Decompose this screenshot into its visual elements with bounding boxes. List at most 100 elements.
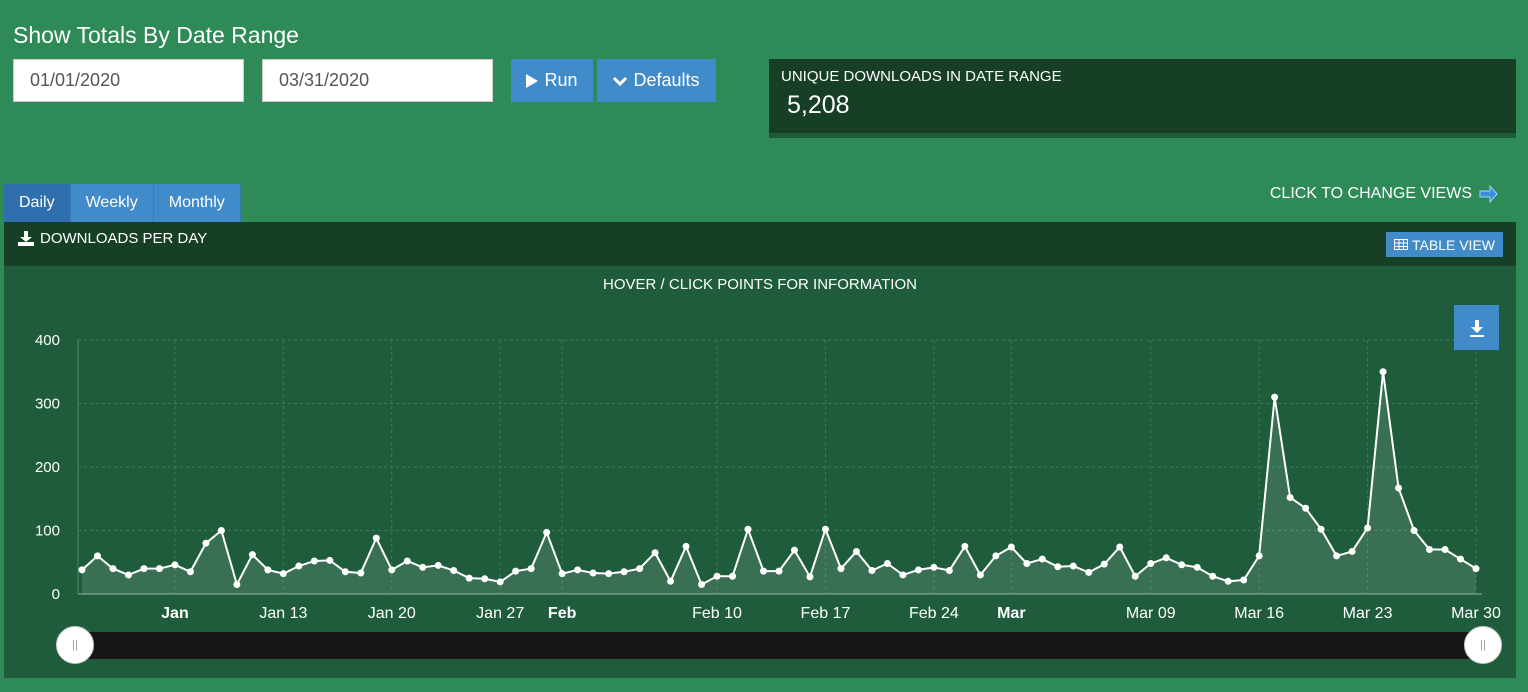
data-point[interactable]	[1348, 547, 1356, 555]
data-point[interactable]	[248, 551, 256, 559]
data-point[interactable]	[1100, 560, 1108, 568]
data-point[interactable]	[729, 572, 737, 580]
start-date-input[interactable]	[13, 59, 244, 102]
data-point[interactable]	[1395, 484, 1403, 492]
data-point[interactable]	[605, 570, 613, 578]
data-point[interactable]	[419, 563, 427, 571]
data-point[interactable]	[899, 571, 907, 579]
data-point[interactable]	[217, 527, 225, 534]
data-point[interactable]	[574, 566, 582, 574]
data-point[interactable]	[682, 542, 690, 550]
data-point[interactable]	[1457, 555, 1465, 563]
data-point[interactable]	[388, 566, 396, 574]
data-point[interactable]	[1410, 527, 1418, 534]
range-slider-right-handle[interactable]: ||	[1464, 626, 1502, 664]
data-point[interactable]	[481, 575, 489, 583]
data-point[interactable]	[434, 561, 442, 569]
data-point[interactable]	[821, 525, 829, 533]
data-point[interactable]	[1054, 563, 1062, 571]
data-point[interactable]	[713, 572, 721, 580]
data-point[interactable]	[1240, 576, 1248, 584]
data-point[interactable]	[512, 567, 520, 575]
data-point[interactable]	[202, 539, 210, 547]
data-point[interactable]	[1209, 572, 1217, 580]
data-point[interactable]	[558, 570, 566, 578]
data-point[interactable]	[945, 567, 953, 575]
data-point[interactable]	[651, 549, 659, 557]
data-point[interactable]	[543, 528, 551, 536]
data-point[interactable]	[667, 577, 675, 585]
data-point[interactable]	[1271, 393, 1279, 401]
data-point[interactable]	[465, 574, 473, 582]
data-point[interactable]	[1224, 577, 1232, 585]
data-point[interactable]	[589, 569, 597, 577]
data-point[interactable]	[636, 565, 644, 573]
range-slider-track[interactable]	[76, 632, 1486, 659]
data-point[interactable]	[1426, 546, 1434, 554]
data-point[interactable]	[775, 567, 783, 575]
data-point[interactable]	[496, 578, 504, 586]
data-point[interactable]	[1193, 563, 1201, 571]
data-point[interactable]	[1472, 565, 1480, 573]
data-point[interactable]	[883, 560, 891, 568]
defaults-button[interactable]: Defaults	[597, 59, 716, 102]
data-point[interactable]	[155, 565, 163, 573]
data-point[interactable]	[744, 525, 752, 533]
data-point[interactable]	[961, 542, 969, 550]
range-slider-left-handle[interactable]: ||	[56, 626, 94, 664]
data-point[interactable]	[698, 580, 706, 588]
data-point[interactable]	[264, 566, 272, 574]
data-point[interactable]	[1286, 493, 1294, 501]
data-point[interactable]	[760, 567, 768, 575]
data-point[interactable]	[1069, 562, 1077, 570]
tab-daily[interactable]: Daily	[4, 184, 71, 222]
data-point[interactable]	[78, 566, 86, 574]
data-point[interactable]	[295, 562, 303, 570]
data-point[interactable]	[372, 534, 380, 542]
data-point[interactable]	[1023, 560, 1031, 568]
data-point[interactable]	[1131, 572, 1139, 580]
data-point[interactable]	[140, 565, 148, 573]
data-point[interactable]	[1147, 560, 1155, 568]
export-button[interactable]	[1454, 305, 1499, 350]
data-point[interactable]	[403, 557, 411, 565]
tab-monthly[interactable]: Monthly	[153, 184, 241, 222]
data-point[interactable]	[527, 565, 535, 573]
data-point[interactable]	[790, 546, 798, 554]
data-point[interactable]	[310, 557, 318, 565]
data-point[interactable]	[1178, 561, 1186, 569]
data-point[interactable]	[357, 569, 365, 577]
data-point[interactable]	[1007, 543, 1015, 551]
data-point[interactable]	[992, 552, 1000, 560]
data-point[interactable]	[930, 563, 938, 571]
end-date-input[interactable]	[262, 59, 493, 102]
data-point[interactable]	[279, 570, 287, 578]
data-point[interactable]	[341, 568, 349, 576]
data-point[interactable]	[1379, 368, 1387, 376]
downloads-line-chart[interactable]: 0 100 200 300 400 Jan Jan 13 Jan 20 Jan 27 Feb Feb…	[4, 222, 1516, 678]
data-point[interactable]	[976, 571, 984, 579]
data-point[interactable]	[1162, 554, 1170, 562]
data-point[interactable]	[450, 567, 458, 575]
data-point[interactable]	[93, 552, 101, 560]
data-point[interactable]	[620, 568, 628, 576]
data-point[interactable]	[806, 573, 814, 581]
data-point[interactable]	[1333, 552, 1341, 560]
data-point[interactable]	[837, 565, 845, 573]
data-point[interactable]	[1441, 546, 1449, 554]
data-point[interactable]	[1255, 552, 1263, 560]
data-point[interactable]	[1116, 543, 1124, 551]
data-point[interactable]	[186, 568, 194, 576]
data-point[interactable]	[868, 567, 876, 575]
data-point[interactable]	[914, 566, 922, 574]
data-point[interactable]	[1038, 555, 1046, 563]
data-point[interactable]	[1085, 568, 1093, 576]
run-button[interactable]: Run	[511, 59, 593, 102]
tab-weekly[interactable]: Weekly	[70, 184, 154, 222]
data-point[interactable]	[233, 580, 241, 588]
data-point[interactable]	[124, 571, 132, 579]
data-point[interactable]	[109, 565, 117, 573]
data-point[interactable]	[852, 547, 860, 555]
data-point[interactable]	[1364, 524, 1372, 532]
data-point[interactable]	[171, 561, 179, 569]
